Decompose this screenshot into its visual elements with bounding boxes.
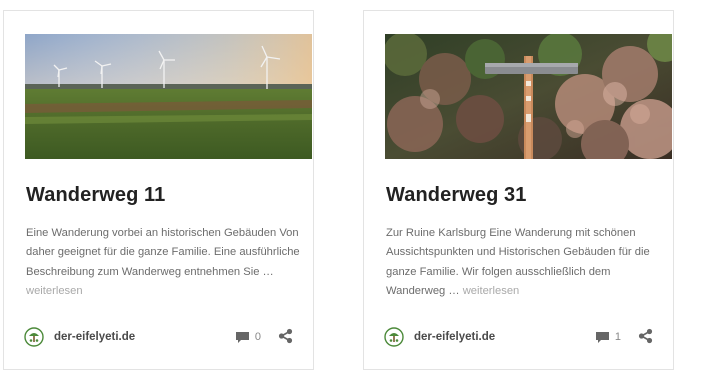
post-title[interactable]: Wanderweg 11 <box>26 184 165 207</box>
post-card: Wanderweg 11 Eine Wanderung vorbei an hi… <box>3 10 314 370</box>
share-icon <box>278 328 293 348</box>
share-button[interactable] <box>638 328 653 344</box>
author-name: der-eifelyeti.de <box>54 331 136 343</box>
comments-link[interactable]: 0 <box>235 328 261 346</box>
post-thumbnail-link[interactable] <box>25 34 312 159</box>
comment-count: 0 <box>254 331 261 343</box>
comment-bubble-icon <box>235 331 250 344</box>
site-logo-avatar <box>384 327 404 347</box>
post-thumbnail-link[interactable] <box>385 34 672 159</box>
share-icon <box>638 328 653 348</box>
share-button[interactable] <box>278 328 293 344</box>
post-excerpt: Eine Wanderung vorbei an historischen Ge… <box>26 224 311 301</box>
site-logo-avatar <box>24 327 44 347</box>
author-link[interactable]: der-eifelyeti.de <box>384 326 495 348</box>
comments-link[interactable]: 1 <box>595 328 621 346</box>
post-excerpt-text: Eine Wanderung vorbei an historischen Ge… <box>26 227 300 278</box>
post-title[interactable]: Wanderweg 31 <box>386 184 527 207</box>
comment-count: 1 <box>614 331 621 343</box>
trail-signpost-image <box>385 34 672 159</box>
author-link[interactable]: der-eifelyeti.de <box>24 326 135 348</box>
read-more-link[interactable]: weiterlesen <box>26 285 83 297</box>
post-card: Wanderweg 31 Zur Ruine Karlsburg Eine Wa… <box>363 10 674 370</box>
author-name: der-eifelyeti.de <box>414 331 496 343</box>
comment-bubble-icon <box>595 331 610 344</box>
post-excerpt: Zur Ruine Karlsburg Eine Wanderung mit s… <box>386 224 671 301</box>
wind-turbines-image <box>25 34 312 159</box>
read-more-link[interactable]: weiterlesen <box>463 285 520 297</box>
post-meta: der-eifelyeti.de 1 <box>384 326 657 348</box>
post-meta: der-eifelyeti.de 0 <box>24 326 297 348</box>
